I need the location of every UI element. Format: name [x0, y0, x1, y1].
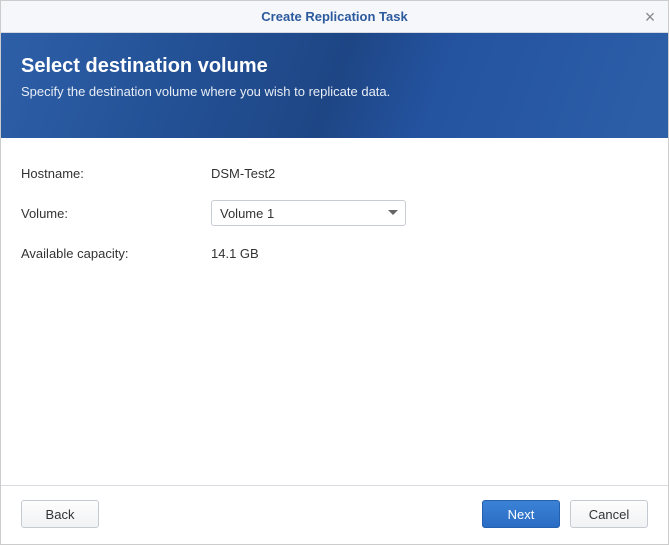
footer-left: Back: [21, 500, 99, 528]
wizard-dialog: Create Replication Task × Select destina…: [0, 0, 669, 545]
back-button[interactable]: Back: [21, 500, 99, 528]
hostname-label: Hostname:: [21, 166, 211, 181]
footer-right: Next Cancel: [482, 500, 648, 528]
footer: Back Next Cancel: [1, 485, 668, 544]
content-area: Hostname: DSM-Test2 Volume: Volume 1 Ava…: [1, 138, 668, 485]
dialog-title: Create Replication Task: [261, 9, 407, 24]
capacity-value: 14.1 GB: [211, 246, 259, 261]
capacity-row: Available capacity: 14.1 GB: [21, 240, 648, 266]
banner: Select destination volume Specify the de…: [1, 33, 668, 138]
titlebar: Create Replication Task ×: [1, 1, 668, 33]
capacity-label: Available capacity:: [21, 246, 211, 261]
banner-subtitle: Specify the destination volume where you…: [21, 84, 648, 99]
hostname-value: DSM-Test2: [211, 166, 275, 181]
close-icon[interactable]: ×: [642, 9, 658, 25]
next-button[interactable]: Next: [482, 500, 560, 528]
volume-select-field[interactable]: Volume 1: [211, 200, 406, 226]
hostname-row: Hostname: DSM-Test2: [21, 160, 648, 186]
volume-label: Volume:: [21, 206, 211, 221]
banner-title: Select destination volume: [21, 55, 648, 78]
volume-select[interactable]: Volume 1: [211, 200, 406, 226]
cancel-button[interactable]: Cancel: [570, 500, 648, 528]
volume-selected-text: Volume 1: [220, 206, 274, 221]
volume-row: Volume: Volume 1: [21, 200, 648, 226]
